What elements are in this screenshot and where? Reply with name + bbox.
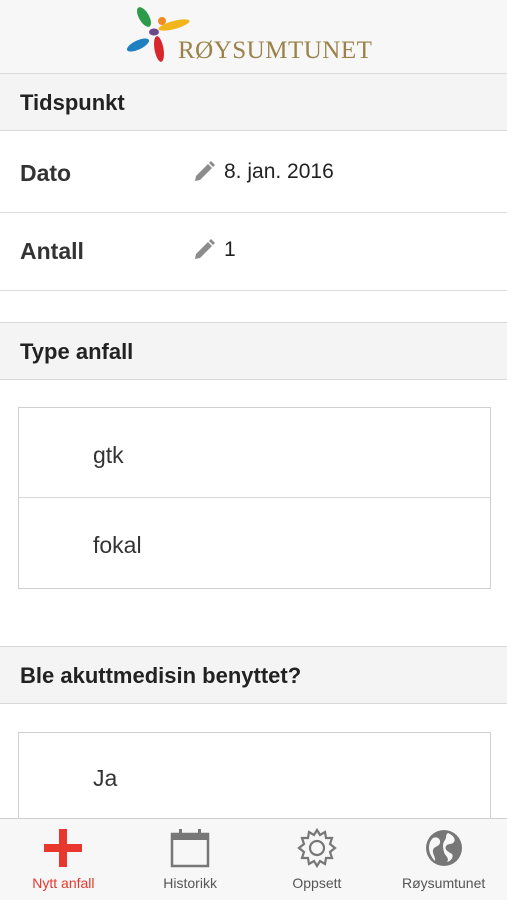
option-gtk[interactable]: gtk	[19, 408, 490, 498]
section-header-type-anfall: Type anfall	[0, 322, 507, 380]
app-header: RØYSUMTUNET	[0, 0, 507, 74]
count-value[interactable]: 1	[192, 237, 236, 263]
section-header-akuttmedisin: Ble akuttmedisin benyttet?	[0, 646, 507, 704]
medication-options: Ja	[18, 732, 491, 832]
count-value-text: 1	[224, 238, 236, 261]
pencil-icon	[195, 239, 215, 259]
tab-historikk[interactable]: Historikk	[127, 819, 254, 900]
section-header-tidspunkt: Tidspunkt	[0, 73, 507, 131]
tab-label: Røysumtunet	[402, 875, 486, 891]
tab-oppsett[interactable]: Oppsett	[254, 819, 381, 900]
logo-text: RØYSUMTUNET	[178, 37, 373, 64]
option-label: gtk	[93, 442, 124, 468]
pencil-icon	[195, 161, 215, 181]
section-title: Type anfall	[20, 339, 134, 364]
tab-label: Nytt anfall	[32, 875, 95, 891]
tab-bar: Nytt anfall Historikk Oppsett Røysumtune…	[0, 818, 507, 900]
globe-icon	[425, 830, 462, 866]
date-row[interactable]: Dato 8. jan. 2016	[0, 135, 507, 213]
tab-nytt-anfall[interactable]: Nytt anfall	[0, 819, 127, 900]
option-label: Ja	[93, 765, 118, 791]
date-value-text: 8. jan. 2016	[224, 160, 334, 183]
section-title: Ble akuttmedisin benyttet?	[20, 663, 302, 688]
calendar-icon	[170, 829, 210, 868]
tab-label: Oppsett	[292, 875, 342, 891]
date-value[interactable]: 8. jan. 2016	[192, 159, 334, 185]
option-fokal[interactable]: fokal	[19, 498, 490, 588]
seizure-type-options: gtk fokal	[18, 407, 491, 589]
count-label: Antall	[20, 238, 84, 264]
tab-roysumtunet[interactable]: Røysumtunet	[380, 819, 507, 900]
plus-icon	[44, 829, 83, 867]
section-title: Tidspunkt	[20, 90, 125, 115]
count-row[interactable]: Antall 1	[0, 213, 507, 291]
tab-label: Historikk	[163, 875, 217, 891]
gear-icon	[297, 827, 337, 869]
date-label: Dato	[20, 160, 72, 186]
option-label: fokal	[93, 532, 142, 558]
option-ja[interactable]: Ja	[19, 733, 490, 823]
